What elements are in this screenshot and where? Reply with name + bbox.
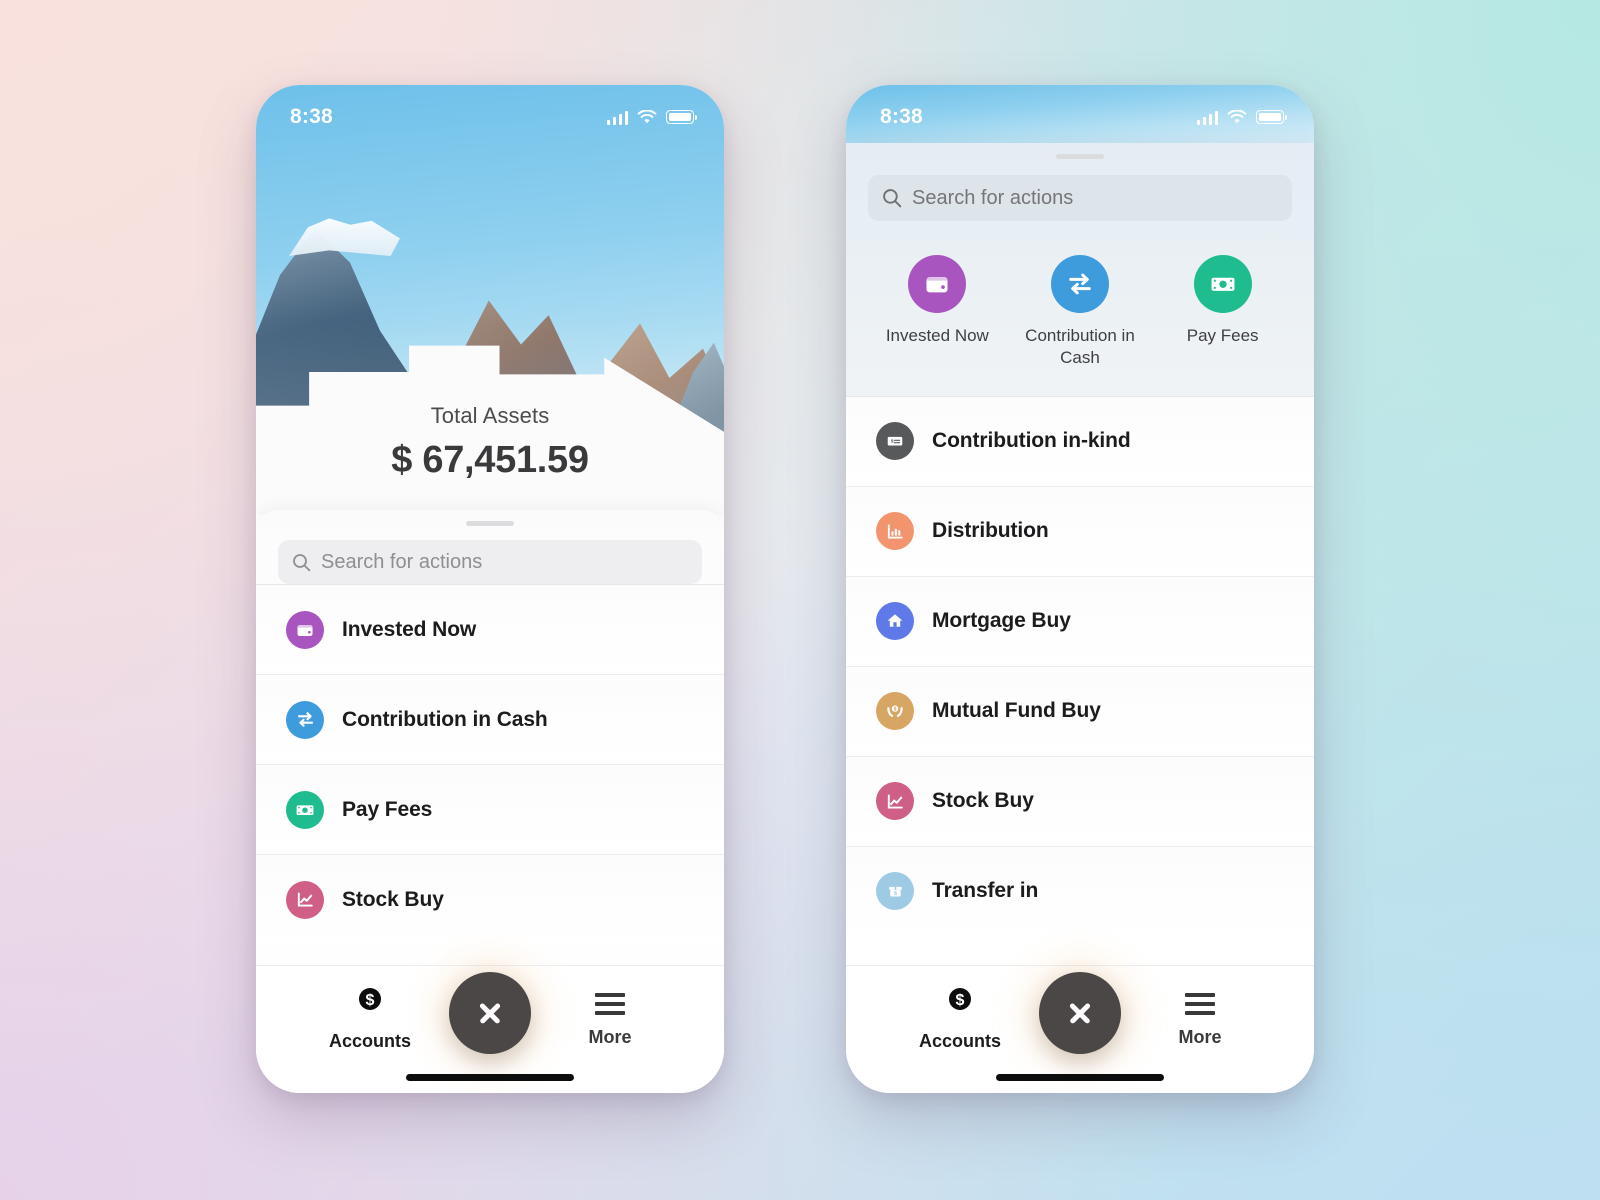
tab-more-label: More (1178, 1027, 1222, 1047)
list-item[interactable]: Stock Buy (846, 755, 1314, 846)
actions-list: $ Contribution in-kind Distribution Mort… (846, 395, 1314, 965)
search-icon (883, 189, 902, 208)
quick-action-label: Pay Fees (1186, 326, 1259, 345)
banknote-icon (1193, 255, 1252, 313)
quick-action-pay-fees[interactable]: Pay Fees (1159, 255, 1287, 347)
list-item[interactable]: $ Transfer in (846, 845, 1314, 936)
wifi-icon (637, 109, 657, 123)
list-item-label: Contribution in-kind (932, 429, 1131, 453)
dollar-circle-icon: $ (359, 988, 381, 1010)
quick-action-label: Contribution in Cash (1025, 326, 1135, 368)
list-item-label: Mutual Fund Buy (932, 699, 1101, 723)
status-time: 8:38 (290, 105, 333, 128)
line-chart-icon (876, 782, 914, 821)
list-item[interactable]: Contribution in Cash (256, 674, 724, 764)
list-item-label: Contribution in Cash (342, 707, 548, 731)
status-bar: 8:38 (256, 85, 724, 143)
list-item-label: Stock Buy (932, 789, 1034, 813)
wallet-icon (286, 610, 324, 649)
home-indicator (996, 1074, 1164, 1081)
close-button[interactable] (1039, 972, 1121, 1054)
bar-chart-icon (876, 512, 914, 551)
list-item-label: Transfer in (932, 879, 1039, 903)
phone-left: 8:38 Total Assets $ 67,451.59 Search for… (256, 85, 724, 1093)
close-icon (1067, 1000, 1093, 1026)
phone-right: 8:38 Search for actions Invested Now Con… (846, 85, 1314, 1093)
tab-more-label: More (588, 1027, 632, 1047)
list-item[interactable]: $ Contribution in-kind (846, 395, 1314, 486)
list-item-label: Invested Now (342, 617, 477, 641)
status-icons (606, 109, 697, 125)
search-placeholder: Search for actions (912, 186, 1074, 209)
quick-action-label: Invested Now (885, 326, 989, 345)
actions-sheet: Search for actions Invested Now Contribu… (256, 510, 724, 1093)
tab-more[interactable]: More (552, 984, 668, 1048)
house-icon (876, 602, 914, 641)
svg-text:$: $ (894, 707, 897, 713)
banknote-icon (286, 790, 324, 829)
home-indicator (406, 1074, 574, 1081)
quick-action-contribution-in-cash[interactable]: Contribution in Cash (1016, 255, 1144, 370)
hands-money-icon: $ (876, 692, 914, 731)
total-assets-amount: $ 67,451.59 (391, 439, 589, 481)
tab-more[interactable]: More (1142, 984, 1258, 1048)
total-assets-block: Total Assets $ 67,451.59 (256, 403, 724, 482)
svg-text:$: $ (894, 891, 897, 897)
box-money-icon: $ (876, 872, 914, 911)
close-icon (477, 1000, 503, 1026)
line-chart-icon (286, 880, 324, 919)
search-icon (293, 553, 311, 571)
status-bar: 8:38 (846, 85, 1314, 143)
list-item-label: Pay Fees (342, 797, 433, 821)
list-item-label: Stock Buy (342, 887, 444, 911)
battery-icon (1256, 110, 1287, 124)
svg-text:$: $ (956, 992, 965, 1009)
svg-text:$: $ (366, 992, 375, 1009)
close-button[interactable] (449, 972, 531, 1054)
list-item[interactable]: Mortgage Buy (846, 575, 1314, 666)
transfer-icon (1050, 255, 1109, 313)
list-item-label: Mortgage Buy (932, 609, 1071, 633)
total-assets-label: Total Assets (430, 403, 550, 428)
list-item[interactable]: Stock Buy (256, 854, 724, 944)
tab-accounts[interactable]: $ Accounts (312, 984, 428, 1052)
quick-actions-row: Invested Now Contribution in Cash Pay Fe… (846, 221, 1314, 396)
hamburger-icon (595, 993, 625, 1015)
actions-list: Invested Now Contribution in Cash Pay Fe… (256, 584, 724, 965)
status-icons (1196, 109, 1287, 125)
list-item[interactable]: Distribution (846, 485, 1314, 576)
search-placeholder: Search for actions (321, 550, 483, 573)
status-time: 8:38 (880, 105, 923, 128)
search-input[interactable]: Search for actions (278, 540, 702, 584)
tab-accounts[interactable]: $ Accounts (902, 984, 1018, 1052)
list-item-label: Distribution (932, 519, 1049, 543)
check-document-icon: $ (876, 422, 914, 461)
hamburger-icon (1185, 993, 1215, 1015)
wifi-icon (1227, 109, 1247, 123)
battery-icon (666, 110, 697, 124)
right-screen: 8:38 Search for actions Invested Now Con… (846, 85, 1314, 1093)
signal-bars-icon (606, 110, 628, 125)
list-item[interactable]: Pay Fees (256, 764, 724, 854)
actions-sheet-expanded: Search for actions Invested Now Contribu… (846, 143, 1314, 1093)
tab-accounts-label: Accounts (918, 1031, 1001, 1051)
wallet-icon (908, 255, 967, 313)
tab-accounts-label: Accounts (328, 1031, 411, 1051)
list-item[interactable]: $ Mutual Fund Buy (846, 665, 1314, 756)
transfer-icon (286, 700, 324, 739)
signal-bars-icon (1196, 110, 1218, 125)
list-item[interactable]: Invested Now (256, 584, 724, 674)
search-input[interactable]: Search for actions (868, 175, 1292, 221)
sheet-grabber[interactable] (466, 521, 514, 526)
sheet-grabber[interactable] (1056, 154, 1104, 159)
quick-action-invested-now[interactable]: Invested Now (873, 255, 1001, 347)
left-screen: 8:38 Total Assets $ 67,451.59 Search for… (256, 85, 724, 1093)
dollar-circle-icon: $ (949, 988, 971, 1010)
